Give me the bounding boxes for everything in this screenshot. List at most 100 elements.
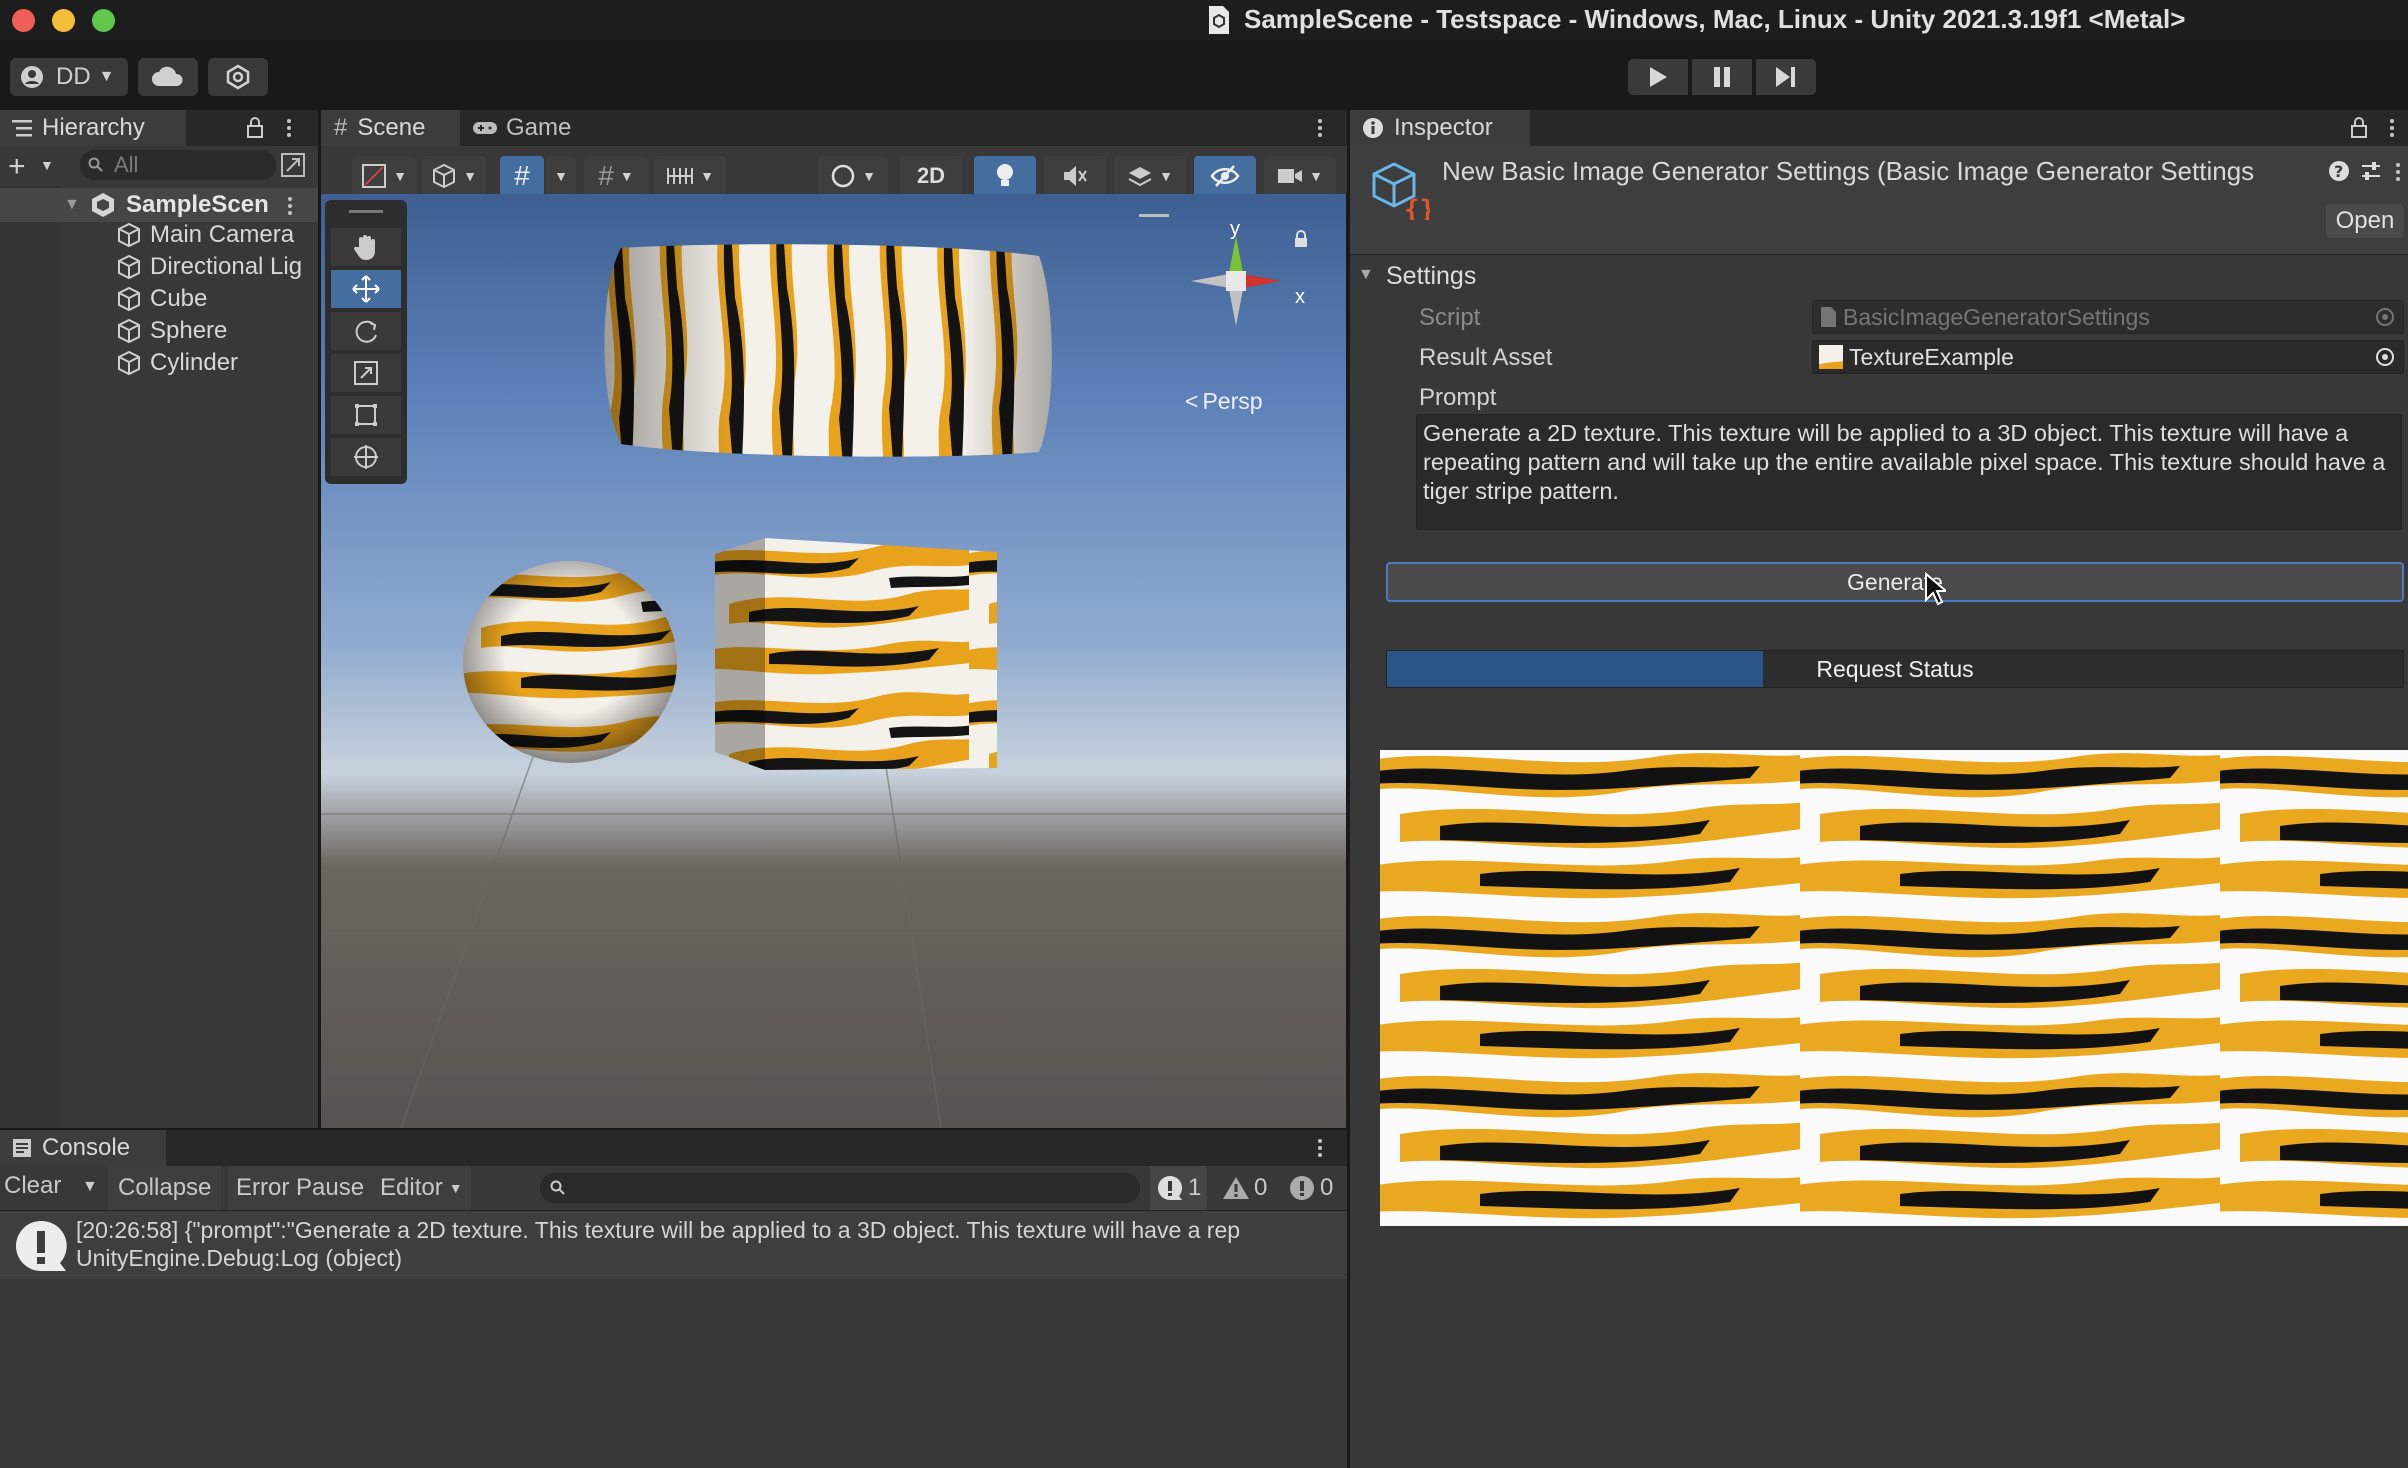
expand-arrow-icon[interactable]: ▼ <box>64 196 80 214</box>
scale-tool-button[interactable] <box>331 354 401 392</box>
add-icon[interactable]: + <box>8 150 26 184</box>
transform-tool-button[interactable] <box>331 438 401 476</box>
open-button[interactable]: Open <box>2326 204 2404 238</box>
more-menu-icon[interactable] <box>1318 1136 1324 1160</box>
asset-title: New Basic Image Generator Settings (Basi… <box>1442 156 2255 186</box>
draw-mode-button[interactable]: ▼ <box>352 156 416 196</box>
request-status-progressbar: Request Status <box>1386 650 2404 688</box>
search-options-icon[interactable] <box>280 152 306 178</box>
effects-button[interactable]: ▼ <box>1114 156 1186 196</box>
collab-button[interactable] <box>208 58 268 96</box>
gameobject-icon <box>116 222 142 248</box>
2d-toggle-button[interactable]: 2D <box>900 156 962 196</box>
grid-snap-dropdown[interactable]: ▼ <box>546 156 576 196</box>
sphere-object[interactable] <box>461 558 679 766</box>
play-button[interactable] <box>1628 59 1688 95</box>
object-picker-icon[interactable] <box>2375 347 2395 367</box>
console-search-input[interactable] <box>540 1173 1140 1203</box>
divider[interactable] <box>318 110 321 1130</box>
cloud-button[interactable] <box>138 58 198 96</box>
rect-tool-button[interactable] <box>331 396 401 434</box>
preset-icon[interactable] <box>2360 160 2382 182</box>
increment-snap-button[interactable]: # ▼ <box>584 156 648 196</box>
open-button-label: Open <box>2335 207 2395 234</box>
result-asset-field[interactable]: TextureExample <box>1812 340 2404 374</box>
hierarchy-item-cylinder[interactable]: Cylinder <box>116 348 238 378</box>
prompt-textarea[interactable]: Generate a 2D texture. This texture will… <box>1416 414 2402 530</box>
divider[interactable] <box>1347 110 1350 1468</box>
hierarchy-item-directional-light[interactable]: Directional Lig <box>116 252 316 282</box>
minimize-window-button[interactable] <box>52 9 75 32</box>
camera-settings-button[interactable]: ▼ <box>1264 156 1336 196</box>
more-menu-icon[interactable] <box>287 116 293 140</box>
collapse-label: Collapse <box>118 1174 212 1201</box>
scene-name: SampleScen <box>126 191 269 218</box>
lock-icon[interactable] <box>1293 230 1309 248</box>
hierarchy-item-main-camera[interactable]: Main Camera <box>116 220 294 250</box>
hierarchy-item-sphere[interactable]: Sphere <box>116 316 227 346</box>
request-status-label: Request Status <box>1816 655 1974 682</box>
gizmo-y-label: y <box>1230 218 1240 240</box>
lock-icon[interactable] <box>2350 116 2368 138</box>
step-button[interactable] <box>1756 59 1816 95</box>
tab-game[interactable]: Game <box>472 110 592 146</box>
help-icon[interactable]: ? <box>2328 160 2350 182</box>
lighting-toggle-button[interactable] <box>974 156 1036 196</box>
close-window-button[interactable] <box>12 9 35 32</box>
scale-icon <box>353 360 379 386</box>
hierarchy-item-cube[interactable]: Cube <box>116 284 207 314</box>
scene-viewport[interactable]: y x < Persp <box>321 194 1346 1128</box>
window-title: SampleScene - Testspace - Windows, Mac, … <box>1244 4 2186 34</box>
hidden-objects-toggle[interactable] <box>1194 156 1256 196</box>
ground-grid <box>321 734 1346 1128</box>
account-label: DD <box>56 63 91 90</box>
log-entry[interactable]: [20:26:58] {"prompt":"Generate a 2D text… <box>0 1211 1348 1279</box>
cube-object[interactable] <box>709 534 999 784</box>
projection-toggle[interactable]: < Persp <box>1185 388 1263 415</box>
cylinder-object[interactable] <box>599 238 1059 464</box>
chevron-down-icon: ▼ <box>448 1180 463 1196</box>
render-mode-button[interactable]: ▼ <box>422 156 486 196</box>
move-tool-button[interactable] <box>331 270 401 308</box>
chevron-down-icon[interactable]: ▼ <box>40 157 54 173</box>
rotate-tool-button[interactable] <box>331 312 401 350</box>
editor-dropdown[interactable]: Editor ▼ <box>372 1166 471 1210</box>
grid-visibility-button[interactable]: ▼ <box>654 156 726 196</box>
step-icon <box>1775 66 1797 88</box>
chevron-down-icon[interactable]: ▼ <box>82 1178 98 1196</box>
account-dropdown[interactable]: DD ▼ <box>10 58 128 96</box>
lock-icon[interactable] <box>246 116 264 138</box>
tab-console[interactable]: Console <box>0 1130 166 1166</box>
audio-toggle-button[interactable] <box>1044 156 1106 196</box>
collapse-toggle[interactable]: Collapse <box>108 1166 222 1210</box>
more-menu-icon[interactable] <box>2390 116 2396 140</box>
overlay-grip[interactable] <box>1139 214 1169 217</box>
tab-scene[interactable]: # Scene <box>320 110 460 146</box>
clear-button[interactable]: Clear <box>4 1172 61 1200</box>
more-menu-icon[interactable] <box>1318 116 1324 140</box>
generate-button[interactable]: Generate <box>1386 562 2404 602</box>
more-menu-icon[interactable] <box>2396 160 2402 184</box>
hierarchy-search-input[interactable]: All <box>80 150 276 180</box>
clear-label: Clear <box>4 1172 62 1199</box>
info-icon <box>1362 117 1384 139</box>
grid-snap-button[interactable]: # <box>500 156 544 196</box>
warning-count-toggle[interactable]: 0 <box>1216 1166 1273 1210</box>
gameobject-icon <box>116 350 142 376</box>
tab-inspector[interactable]: Inspector <box>1350 110 1530 146</box>
error-count-toggle[interactable]: 0 <box>1282 1166 1339 1210</box>
orientation-button[interactable]: ▼ <box>818 156 888 196</box>
tab-hierarchy[interactable]: Hierarchy <box>0 110 186 146</box>
hand-tool-button[interactable] <box>331 228 401 266</box>
scene-root-item[interactable]: ▼ SampleScen <box>0 188 318 222</box>
search-placeholder: All <box>114 152 139 177</box>
pause-button[interactable] <box>1692 59 1752 95</box>
error-pause-toggle[interactable]: Error Pause <box>228 1166 373 1210</box>
zoom-window-button[interactable] <box>92 9 115 32</box>
scene-menu-icon[interactable] <box>288 194 294 218</box>
chevron-down-icon: ▼ <box>1159 168 1173 184</box>
chevron-down-icon: ▼ <box>554 168 568 184</box>
expand-arrow-icon[interactable]: ▼ <box>1358 266 1374 284</box>
info-count-toggle[interactable]: 1 <box>1150 1166 1208 1210</box>
script-field: BasicImageGeneratorSettings <box>1812 300 2404 334</box>
